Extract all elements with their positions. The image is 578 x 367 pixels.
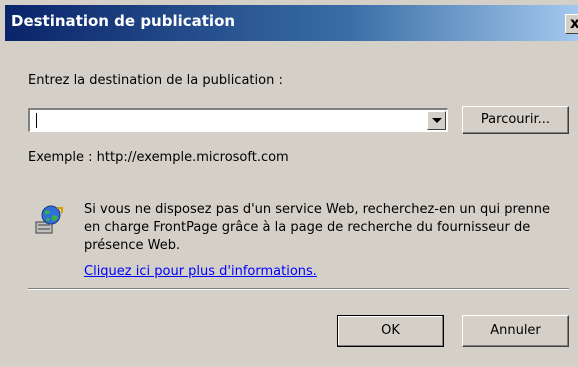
divider (28, 288, 569, 290)
close-icon: x (570, 14, 578, 32)
dialog-window: Destination de publication x Entrez la d… (0, 0, 578, 367)
web-publish-globe-icon (35, 205, 63, 234)
text-caret (36, 113, 37, 128)
more-info-link[interactable]: Cliquez ici pour plus d'informations. (84, 264, 317, 279)
title-bar[interactable]: Destination de publication x (5, 5, 578, 41)
close-button[interactable]: x (565, 14, 578, 34)
destination-combobox[interactable] (28, 108, 448, 132)
dialog-title: Destination de publication (11, 12, 236, 30)
ok-button[interactable]: OK (337, 315, 444, 347)
destination-label: Entrez la destination de la publication … (28, 73, 283, 88)
cancel-button[interactable]: Annuler (462, 315, 569, 347)
browse-button[interactable]: Parcourir... (462, 106, 569, 134)
dropdown-arrow-button[interactable] (427, 111, 446, 130)
info-text: Si vous ne disposez pas d'un service Web… (84, 202, 550, 253)
example-text: Exemple : http://exemple.microsoft.com (28, 150, 289, 165)
